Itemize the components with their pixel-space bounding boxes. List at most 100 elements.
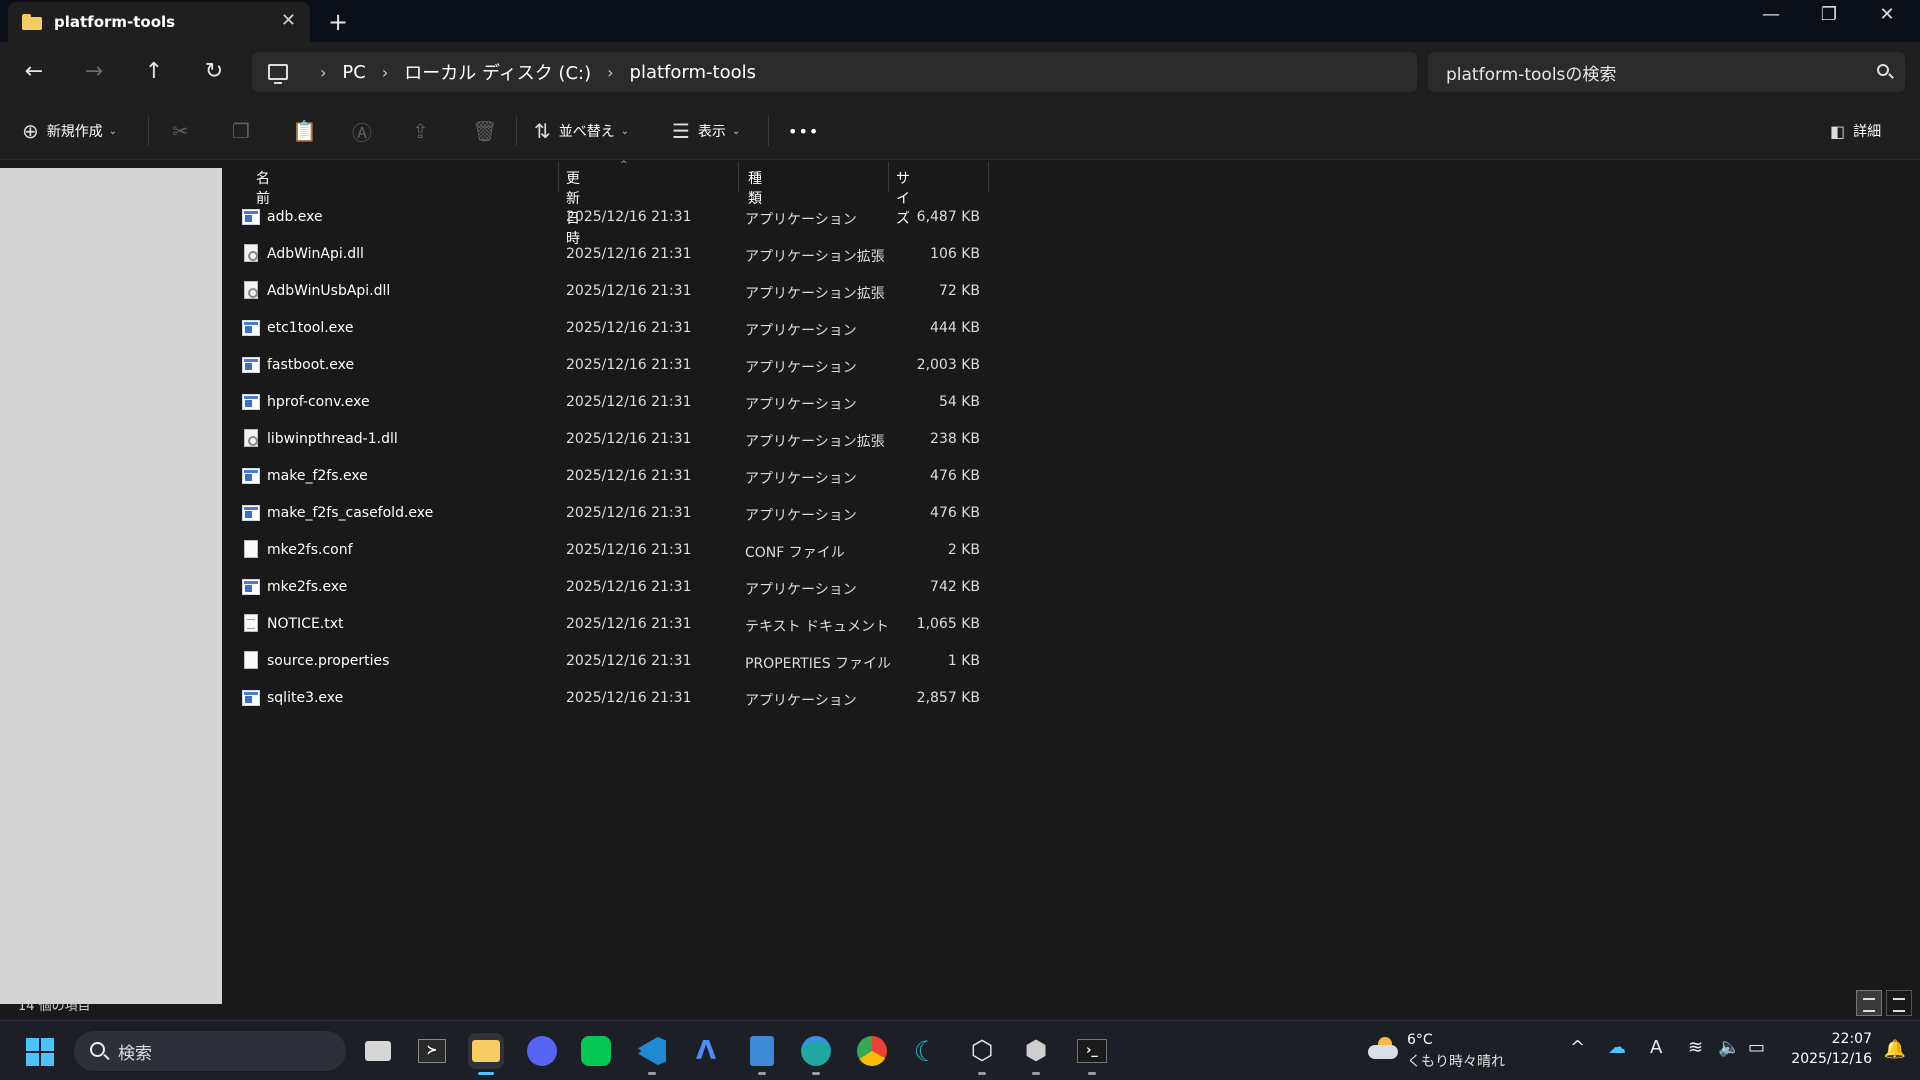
terminal-icon[interactable]: ≻ bbox=[414, 1033, 450, 1069]
file-name[interactable]: hprof-conv.exe bbox=[267, 394, 370, 410]
chevron-down-icon: ⌄ bbox=[108, 125, 118, 137]
file-row[interactable]: hprof-conv.exe 2025/12/16 21:31 アプリケーション 54… bbox=[232, 384, 992, 421]
copy-icon[interactable]: ❐ bbox=[232, 117, 250, 145]
arc-app-icon[interactable]: Λ bbox=[688, 1033, 724, 1069]
file-name[interactable]: adb.exe bbox=[267, 209, 323, 225]
search-icon[interactable] bbox=[1877, 64, 1889, 76]
dll-file-icon bbox=[244, 429, 258, 447]
close-window-button[interactable]: ✕ bbox=[1872, 4, 1902, 25]
terminal-2-icon[interactable]: ›_ bbox=[1074, 1033, 1110, 1075]
show-hidden-icons-chevron-icon[interactable]: ^ bbox=[1570, 1037, 1585, 1058]
refresh-button[interactable]: ↻ bbox=[198, 56, 230, 88]
file-row[interactable]: mke2fs.conf 2025/12/16 21:31 CONF ファイル 2 KB bbox=[232, 532, 992, 569]
file-explorer-icon[interactable] bbox=[468, 1033, 504, 1075]
file-row[interactable]: sqlite3.exe 2025/12/16 21:31 アプリケーション 2,857… bbox=[232, 680, 992, 717]
file-name[interactable]: mke2fs.exe bbox=[267, 579, 347, 595]
file-name[interactable]: NOTICE.txt bbox=[267, 616, 344, 632]
file-size: 2 KB bbox=[947, 542, 980, 558]
sort-button[interactable]: ⇅ 並べ替え ⌄ bbox=[534, 117, 629, 145]
file-name[interactable]: sqlite3.exe bbox=[267, 690, 343, 706]
file-name[interactable]: AdbWinApi.dll bbox=[267, 246, 364, 262]
file-type: アプリケーション拡張 bbox=[745, 434, 885, 450]
file-name[interactable]: make_f2fs_casefold.exe bbox=[267, 505, 433, 521]
breadcrumb-separator[interactable]: › bbox=[607, 63, 613, 82]
column-separator[interactable] bbox=[738, 162, 739, 192]
ime-indicator[interactable]: A bbox=[1650, 1037, 1662, 1058]
taskbar-search-input[interactable]: 検索 bbox=[74, 1031, 346, 1071]
share-icon[interactable]: ⇪ bbox=[412, 117, 429, 145]
file-name[interactable]: AdbWinUsbApi.dll bbox=[267, 283, 390, 299]
file-date: 2025/12/16 21:31 bbox=[566, 468, 692, 484]
more-options-button[interactable]: ••• bbox=[788, 117, 819, 145]
column-separator[interactable] bbox=[988, 162, 989, 192]
file-name[interactable]: libwinpthread-1.dll bbox=[267, 431, 398, 447]
up-button[interactable]: ↑ bbox=[138, 56, 170, 88]
file-row[interactable]: libwinpthread-1.dll 2025/12/16 21:31 アプリケー… bbox=[232, 421, 992, 458]
vscode-icon[interactable] bbox=[634, 1033, 670, 1075]
new-button[interactable]: ⊕ 新規作成 ⌄ bbox=[22, 117, 117, 145]
breadcrumb-pc[interactable]: PC bbox=[342, 62, 365, 83]
this-pc-icon[interactable] bbox=[268, 64, 288, 84]
file-row[interactable]: adb.exe 2025/12/16 21:31 アプリケーション 6,487 KB bbox=[232, 199, 992, 236]
back-button[interactable]: ← bbox=[18, 56, 50, 88]
delete-icon[interactable]: 🗑 bbox=[472, 117, 497, 145]
large-icons-view-icon[interactable] bbox=[1886, 990, 1912, 1016]
crescent-app-icon[interactable]: ☾ bbox=[908, 1033, 944, 1069]
file-row[interactable]: mke2fs.exe 2025/12/16 21:31 アプリケーション 742 KB bbox=[232, 569, 992, 606]
unity-icon[interactable]: ⬡ bbox=[964, 1033, 1000, 1075]
file-row[interactable]: AdbWinApi.dll 2025/12/16 21:31 アプリケーション拡張 1… bbox=[232, 236, 992, 273]
column-separator[interactable] bbox=[888, 162, 889, 192]
file-size: 2,003 KB bbox=[916, 357, 980, 373]
breadcrumb-local-disk[interactable]: ローカル ディスク (C:) bbox=[404, 59, 591, 85]
search-input[interactable]: platform-toolsの検索 bbox=[1428, 52, 1905, 92]
breadcrumb-separator[interactable]: › bbox=[382, 63, 388, 82]
weather-cloud-icon[interactable] bbox=[1368, 1037, 1398, 1061]
minimize-button[interactable]: — bbox=[1756, 4, 1786, 25]
discord-icon[interactable] bbox=[524, 1033, 560, 1069]
breadcrumb-separator[interactable]: › bbox=[320, 63, 326, 82]
file-name[interactable]: make_f2fs.exe bbox=[267, 468, 368, 484]
details-pane-button[interactable]: ◧ 詳細 bbox=[1830, 117, 1881, 145]
address-bar[interactable]: › PC › ローカル ディスク (C:) › platform-tools bbox=[252, 52, 1417, 92]
file-row[interactable]: fastboot.exe 2025/12/16 21:31 アプリケーション 2,00… bbox=[232, 347, 992, 384]
details-view-icon[interactable] bbox=[1856, 990, 1882, 1016]
volume-icon[interactable]: 🔈 bbox=[1718, 1037, 1740, 1058]
new-tab-button[interactable]: + bbox=[328, 8, 348, 36]
file-name[interactable]: etc1tool.exe bbox=[267, 320, 354, 336]
breadcrumb-platform-tools[interactable]: platform-tools bbox=[630, 62, 756, 83]
chrome-icon[interactable] bbox=[854, 1033, 890, 1069]
file-name[interactable]: source.properties bbox=[267, 653, 389, 669]
onedrive-cloud-icon[interactable]: ☁ bbox=[1608, 1037, 1626, 1058]
restore-button[interactable]: ❐ bbox=[1814, 4, 1844, 25]
file-name[interactable]: mke2fs.conf bbox=[267, 542, 353, 558]
wifi-icon[interactable]: ≋ bbox=[1688, 1037, 1703, 1058]
notification-bell-icon[interactable]: 🔔 bbox=[1884, 1039, 1906, 1060]
tab-close-icon[interactable]: ✕ bbox=[281, 10, 296, 31]
rename-icon[interactable]: Ⓐ bbox=[352, 117, 372, 145]
file-row[interactable]: make_f2fs_casefold.exe 2025/12/16 21:31 アプ… bbox=[232, 495, 992, 532]
battery-icon[interactable]: ▭ bbox=[1748, 1037, 1765, 1058]
forward-button[interactable]: → bbox=[78, 56, 110, 88]
file-row[interactable]: make_f2fs.exe 2025/12/16 21:31 アプリケーション 476… bbox=[232, 458, 992, 495]
file-name[interactable]: fastboot.exe bbox=[267, 357, 354, 373]
line-icon[interactable] bbox=[578, 1033, 614, 1069]
clock-date[interactable]: 2025/12/16 bbox=[1791, 1051, 1872, 1067]
weather-description[interactable]: くもり時々晴れ bbox=[1407, 1051, 1505, 1071]
task-view-icon[interactable] bbox=[360, 1033, 396, 1069]
windows-start-icon[interactable] bbox=[26, 1038, 54, 1066]
file-row[interactable]: AdbWinUsbApi.dll 2025/12/16 21:31 アプリケーション… bbox=[232, 273, 992, 310]
column-separator[interactable] bbox=[558, 162, 559, 192]
paste-icon[interactable]: 📋 bbox=[292, 117, 317, 145]
clock-time[interactable]: 22:07 bbox=[1832, 1031, 1872, 1047]
view-button[interactable]: ☰ 表示 ⌄ bbox=[672, 117, 740, 145]
file-row[interactable]: source.properties 2025/12/16 21:31 PROPERT… bbox=[232, 643, 992, 680]
edge-icon[interactable] bbox=[798, 1033, 834, 1075]
tab-platform-tools[interactable]: platform-tools ✕ bbox=[8, 2, 310, 42]
unity-hub-icon[interactable]: ⬢ bbox=[1018, 1033, 1054, 1075]
weather-temperature[interactable]: 6°C bbox=[1407, 1032, 1433, 1048]
cut-icon[interactable]: ✂ bbox=[172, 117, 189, 145]
file-row[interactable]: NOTICE.txt 2025/12/16 21:31 テキスト ドキュメント 1,0… bbox=[232, 606, 992, 643]
notepad-icon[interactable] bbox=[744, 1033, 780, 1075]
divider bbox=[516, 116, 517, 146]
file-row[interactable]: etc1tool.exe 2025/12/16 21:31 アプリケーション 444 … bbox=[232, 310, 992, 347]
